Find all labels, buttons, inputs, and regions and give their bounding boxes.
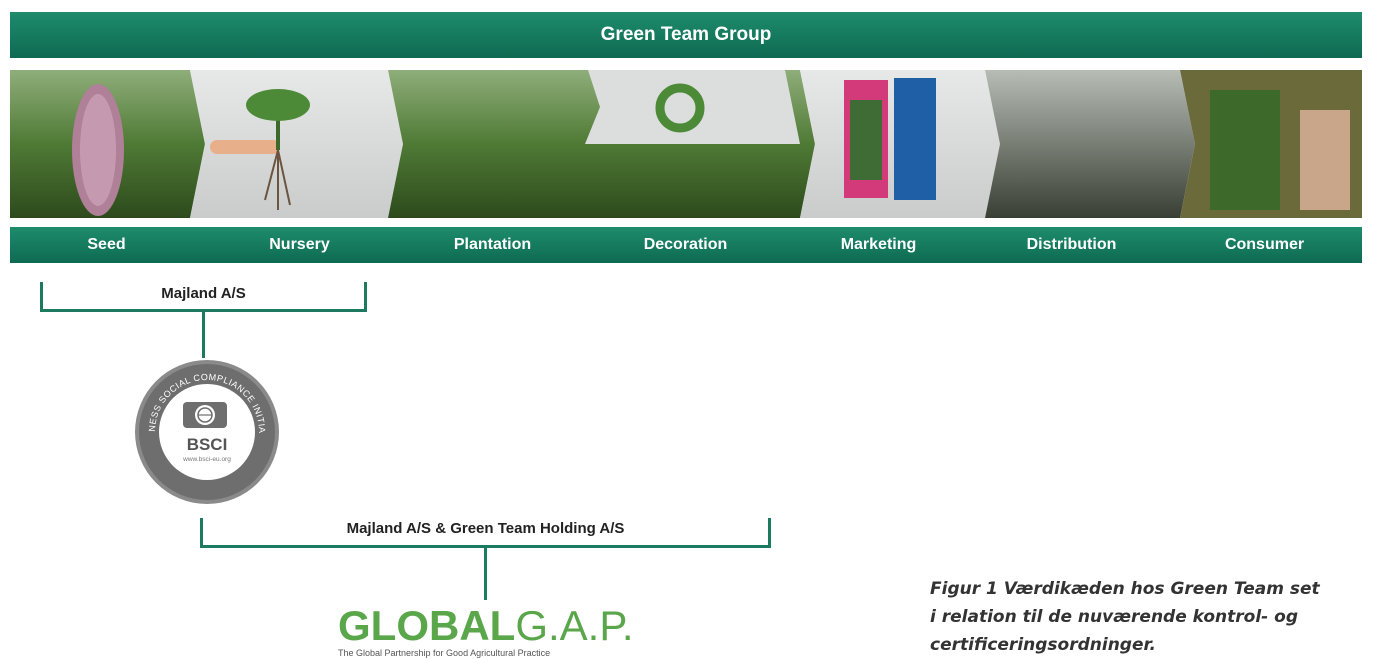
globalgap-bold: GLOBAL (338, 602, 516, 649)
stage-label-marketing: Marketing (840, 236, 917, 253)
globalgap-wordmark: GLOBALG.A.P. (338, 604, 634, 648)
globalgap-tagline: The Global Partnership for Good Agricult… (338, 648, 551, 658)
caption-line-3: certificeringsordninger. (930, 635, 1156, 655)
consumer-image (1180, 70, 1362, 218)
value-chain-images (10, 70, 1362, 218)
marketing-image (800, 70, 1000, 218)
bsci-name: BSCI (187, 435, 228, 454)
holding-connector-line (484, 548, 487, 600)
nursery-image (190, 70, 403, 218)
majland-connector-line (202, 312, 205, 358)
stage-label-plantation: Plantation (453, 236, 532, 253)
majland-bracket-title: Majland A/S (161, 285, 246, 302)
figure-caption: Figur 1 Værdikæden hos Green Team set i … (930, 575, 1374, 659)
seed-image (10, 70, 205, 218)
header-title: Green Team Group (600, 24, 772, 45)
header-bar: Green Team Group (10, 12, 1362, 58)
stage-label-consumer: Consumer (1224, 236, 1305, 253)
bsci-url: www.bsci-eu.org (182, 456, 231, 463)
globalgap-rest: G.A.P. (515, 602, 634, 649)
plantation-image (388, 70, 815, 218)
caption-line-1: Figur 1 Værdikæden hos Green Team set (930, 579, 1320, 599)
bsci-logo: BUSINESS SOCIAL COMPLIANCE INITIATIVE Me… (130, 350, 281, 506)
value-chain-image-strip (10, 70, 1362, 218)
stage-label-seed: Seed (87, 236, 126, 253)
stage-label-bar: Seed Nursery Plantation Decoration Marke… (10, 227, 1362, 263)
globalgap-logo: GLOBALG.A.P. The Global Partnership for … (338, 604, 638, 659)
stage-label-distribution: Distribution (1026, 236, 1117, 253)
stage-label-decoration: Decoration (643, 236, 728, 253)
distribution-image (985, 70, 1195, 218)
caption-line-2: i relation til de nuværende kontrol- og (930, 607, 1298, 627)
stage-label-nursery: Nursery (269, 236, 330, 253)
holding-bracket-title: Majland A/S & Green Team Holding A/S (346, 520, 625, 537)
